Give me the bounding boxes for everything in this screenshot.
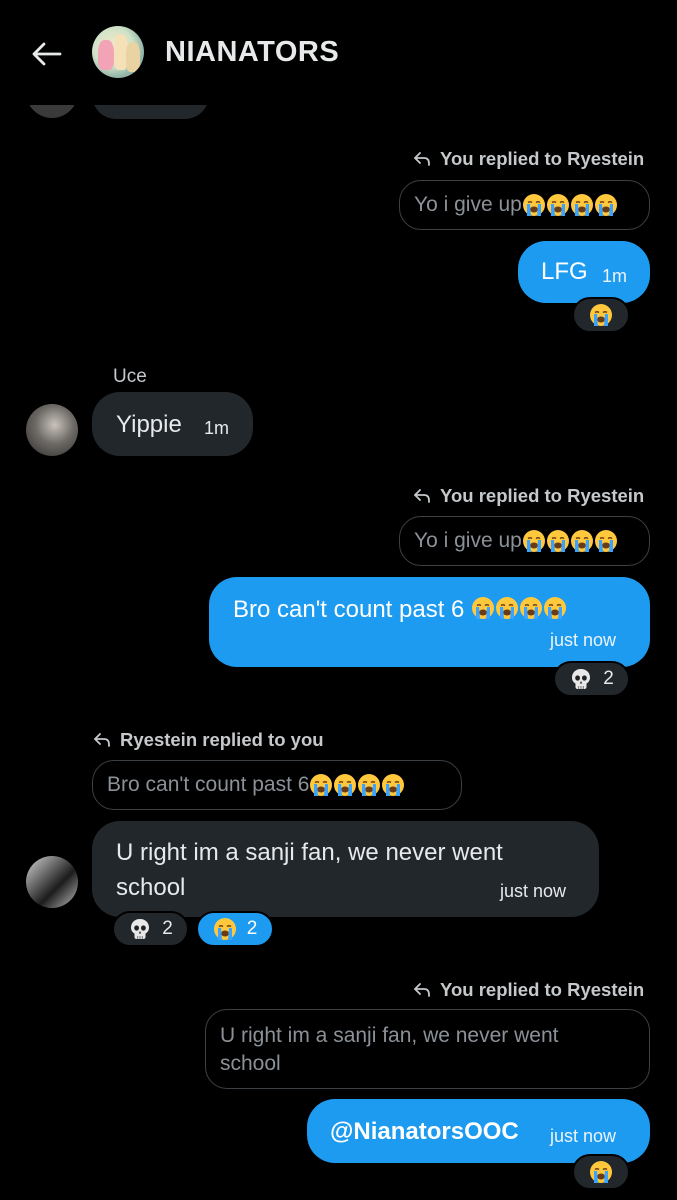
reply-label-text: You replied to Ryestein [440,485,645,506]
loudly-crying-face-icon [546,193,570,217]
message-time: just now [550,1126,617,1146]
reaction-chip[interactable]: 2 [112,911,189,947]
reaction-chip[interactable] [572,1154,630,1190]
loudly-crying-face-icon [589,1160,613,1184]
avatar[interactable] [26,856,78,908]
loudly-crying-face-icon [309,773,333,797]
loudly-crying-face-icon [381,773,405,797]
mention-link[interactable]: @NianatorsOOC [330,1118,519,1146]
loudly-crying-face-icon [546,529,570,553]
page-title[interactable]: NIANATORS [165,36,339,69]
conversation-header: NIANATORS [0,0,677,105]
reply-context-label: You replied to Ryestein [412,148,644,170]
loudly-crying-face-icon [543,596,567,620]
reply-arrow-icon [412,980,432,1000]
loudly-crying-face-icon [519,596,543,620]
loudly-crying-face-icon [594,193,618,217]
avatar[interactable] [26,404,78,456]
reaction-count: 2 [603,668,614,689]
loudly-crying-face-icon [570,529,594,553]
loudly-crying-face-icon [471,596,495,620]
message-text: LFG [541,258,588,285]
loudly-crying-face-icon [495,596,519,620]
reply-context-label: You replied to Ryestein [412,979,644,1001]
quote-text-line: U right im a sanji fan, we never went [220,1024,559,1047]
reaction-chip-selected[interactable]: 2 [196,911,274,947]
sender-name: Uce [113,366,147,387]
reply-label-text: You replied to Ryestein [440,979,645,1000]
loudly-crying-face-icon [522,193,546,217]
loudly-crying-face-icon [594,529,618,553]
reply-context-label: You replied to Ryestein [412,485,644,507]
loudly-crying-face-icon [570,193,594,217]
message-time: 1m [602,266,628,286]
message-text-line: school [116,874,186,901]
message-bubble[interactable]: Bro can't count past 6 just now [209,577,650,667]
back-button[interactable] [28,34,68,74]
loudly-crying-face-icon [213,917,237,941]
loudly-crying-face-icon [333,773,357,797]
message-time: just now [550,630,617,650]
message-text: Yippie [116,411,182,438]
arrow-left-icon [32,42,62,66]
loudly-crying-face-icon [589,303,613,327]
quote-text: Bro can't count past 6 [107,773,310,796]
skull-icon [569,667,593,691]
quoted-message[interactable]: Yo i give up [399,180,650,230]
quoted-message[interactable]: Bro can't count past 6 [92,760,462,810]
loudly-crying-face-icon [357,773,381,797]
message-time: just now [500,881,567,901]
reaction-count: 2 [246,918,258,939]
message-bubble[interactable]: LFG 1m [518,241,650,303]
message-bubble[interactable]: U right im a sanji fan, we never went sc… [92,821,599,917]
reply-arrow-icon [412,149,432,169]
message-text-content: Bro can't count past 6 [233,596,472,623]
reply-label-text: You replied to Ryestein [440,148,645,169]
loudly-crying-face-icon [522,529,546,553]
reaction-chip[interactable]: 2 [553,661,630,697]
reply-arrow-icon [412,486,432,506]
message-bubble[interactable]: Yippie 1m [92,392,253,456]
reply-label-text: Ryestein replied to you [120,729,324,750]
message-text: Bro can't count past 6 [233,596,567,624]
group-avatar[interactable] [92,26,144,78]
reaction-chip[interactable] [572,297,630,333]
reply-context-label: Ryestein replied to you [92,729,324,751]
message-time: 1m [204,418,230,438]
skull-icon [128,917,152,941]
quote-text: Yo i give up [414,529,522,552]
reaction-count: 2 [162,918,173,939]
quote-text-line: school [220,1052,281,1075]
message-text-line: U right im a sanji fan, we never went [116,839,503,866]
quoted-message[interactable]: Yo i give up [399,516,650,566]
quote-text: Yo i give up [414,193,522,216]
quoted-message[interactable]: U right im a sanji fan, we never went sc… [205,1009,650,1089]
reply-arrow-icon [92,730,112,750]
